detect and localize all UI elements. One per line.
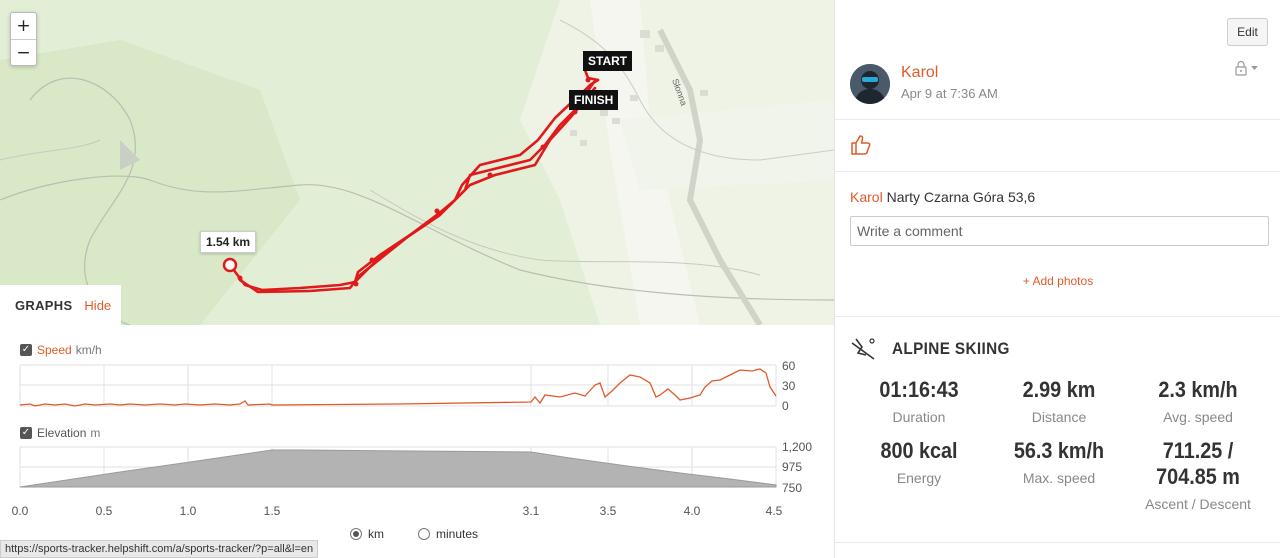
sport-name: ALPINE SKIING [892, 339, 1010, 358]
divider [835, 171, 1280, 172]
route-map[interactable]: Słonna + − START FINISH 1.54 km GRAPHS H… [0, 0, 834, 325]
stat-energy: 800 kcal Energy [849, 438, 989, 486]
stat-duration-label: Duration [892, 409, 946, 425]
avatar[interactable] [850, 64, 890, 104]
post-date: Apr 9 at 7:36 AM [901, 86, 998, 101]
x-tick: 3.5 [599, 504, 617, 518]
graphs-canvas [19, 364, 777, 488]
speed-tick-0: 0 [782, 399, 789, 413]
elevation-legend-name: Elevation [37, 426, 87, 440]
stat-distance-value: 2.99 km [1022, 377, 1096, 402]
x-tick: 1.0 [179, 504, 197, 518]
speed-line [19, 368, 777, 407]
workout-sidebar: Edit Karol Apr 9 at 7:36 AM Karol Narty … [834, 0, 1280, 558]
lock-icon [1235, 60, 1258, 76]
map-canvas: Słonna [0, 0, 834, 325]
graphs-title: GRAPHS [15, 297, 73, 313]
description-user[interactable]: Karol [850, 189, 883, 205]
stat-ascent-descent-label: Ascent / Descent [1145, 496, 1251, 512]
speed-checkbox[interactable]: ✓ [20, 344, 32, 356]
speed-tick-60: 60 [782, 359, 796, 373]
elevation-legend-unit: m [90, 426, 101, 440]
speed-grid [19, 364, 777, 407]
elevation-area [19, 449, 777, 488]
speed-legend[interactable]: ✓ Speed km/h [20, 343, 102, 357]
x-tick: 4.5 [765, 504, 783, 518]
stat-ascent-descent-value: 711.25 / 704.85 m [1156, 438, 1240, 489]
elevation-legend[interactable]: ✓ Elevation m [20, 426, 100, 440]
x-unit-selector: km minutes [350, 527, 478, 541]
elevation-checkbox[interactable]: ✓ [20, 427, 32, 439]
stat-max-speed: 56.3 km/h Max. speed [989, 438, 1129, 486]
stat-ascent-descent: 711.25 / 704.85 m Ascent / Descent [1128, 438, 1268, 512]
sport-header: ALPINE SKIING [850, 335, 1023, 363]
stat-avg-speed-label: Avg. speed [1163, 409, 1233, 425]
elevation-tick-1200: 1,200 [782, 440, 813, 454]
elevation-tick-975: 975 [782, 460, 803, 474]
divider [835, 316, 1280, 317]
unit-km-radio[interactable] [350, 528, 362, 540]
stat-max-speed-value: 56.3 km/h [1013, 438, 1105, 463]
status-bar-url: https://sports-tracker.helpshift.com/a/s… [0, 540, 319, 558]
divider [835, 119, 1280, 120]
stat-energy-value: 800 kcal [880, 438, 958, 463]
workout-description: Karol Narty Czarna Góra 53,6 [850, 189, 1035, 205]
like-button[interactable] [849, 133, 873, 162]
user-name-link[interactable]: Karol [901, 64, 938, 82]
distance-marker-label: 1.54 km [200, 231, 257, 253]
stat-avg-speed: 2.3 km/h Avg. speed [1128, 377, 1268, 425]
stat-duration: 01:16:43 Duration [849, 377, 989, 425]
speed-tick-30: 30 [782, 379, 796, 393]
graphs-panel: ✓ Speed km/h 60 30 0 ✓ Elevation m 1,200… [0, 325, 834, 558]
stat-distance: 2.99 km Distance [989, 377, 1129, 425]
edit-button[interactable]: Edit [1227, 18, 1268, 46]
zoom-control: + − [10, 12, 37, 66]
x-tick: 0.5 [95, 504, 113, 518]
speed-legend-unit: km/h [75, 343, 102, 357]
elevation-tick-750: 750 [782, 481, 803, 495]
finish-label: FINISH [569, 90, 619, 110]
alpine-skiing-icon [851, 338, 875, 360]
stat-avg-speed-value: 2.3 km/h [1158, 377, 1238, 402]
start-label: START [583, 51, 633, 71]
privacy-dropdown[interactable] [1234, 60, 1260, 79]
unit-minutes-radio[interactable] [418, 528, 430, 540]
comment-input[interactable]: Write a comment [850, 216, 1269, 246]
x-tick: 0.0 [11, 504, 29, 518]
stat-duration-value: 01:16:43 [879, 377, 959, 402]
thumbs-up-icon [851, 135, 871, 155]
stat-distance-label: Distance [1031, 409, 1087, 425]
x-tick: 3.1 [522, 504, 540, 518]
graphs-hide-link[interactable]: Hide [84, 298, 111, 313]
description-text: Narty Czarna Góra 53,6 [886, 189, 1036, 205]
position-marker [222, 257, 238, 273]
unit-km-label[interactable]: km [368, 527, 384, 541]
divider [835, 542, 1280, 543]
x-tick: 1.5 [263, 504, 281, 518]
speed-legend-name: Speed [37, 343, 72, 357]
graphs-tab: GRAPHS Hide [0, 285, 121, 325]
zoom-in-button[interactable]: + [11, 13, 36, 39]
add-photos-link[interactable]: + Add photos [835, 274, 1280, 288]
zoom-out-button[interactable]: − [11, 39, 36, 65]
unit-minutes-label[interactable]: minutes [436, 527, 478, 541]
stat-energy-label: Energy [896, 470, 942, 486]
x-tick: 4.0 [683, 504, 701, 518]
stat-max-speed-label: Max. speed [1022, 470, 1096, 486]
